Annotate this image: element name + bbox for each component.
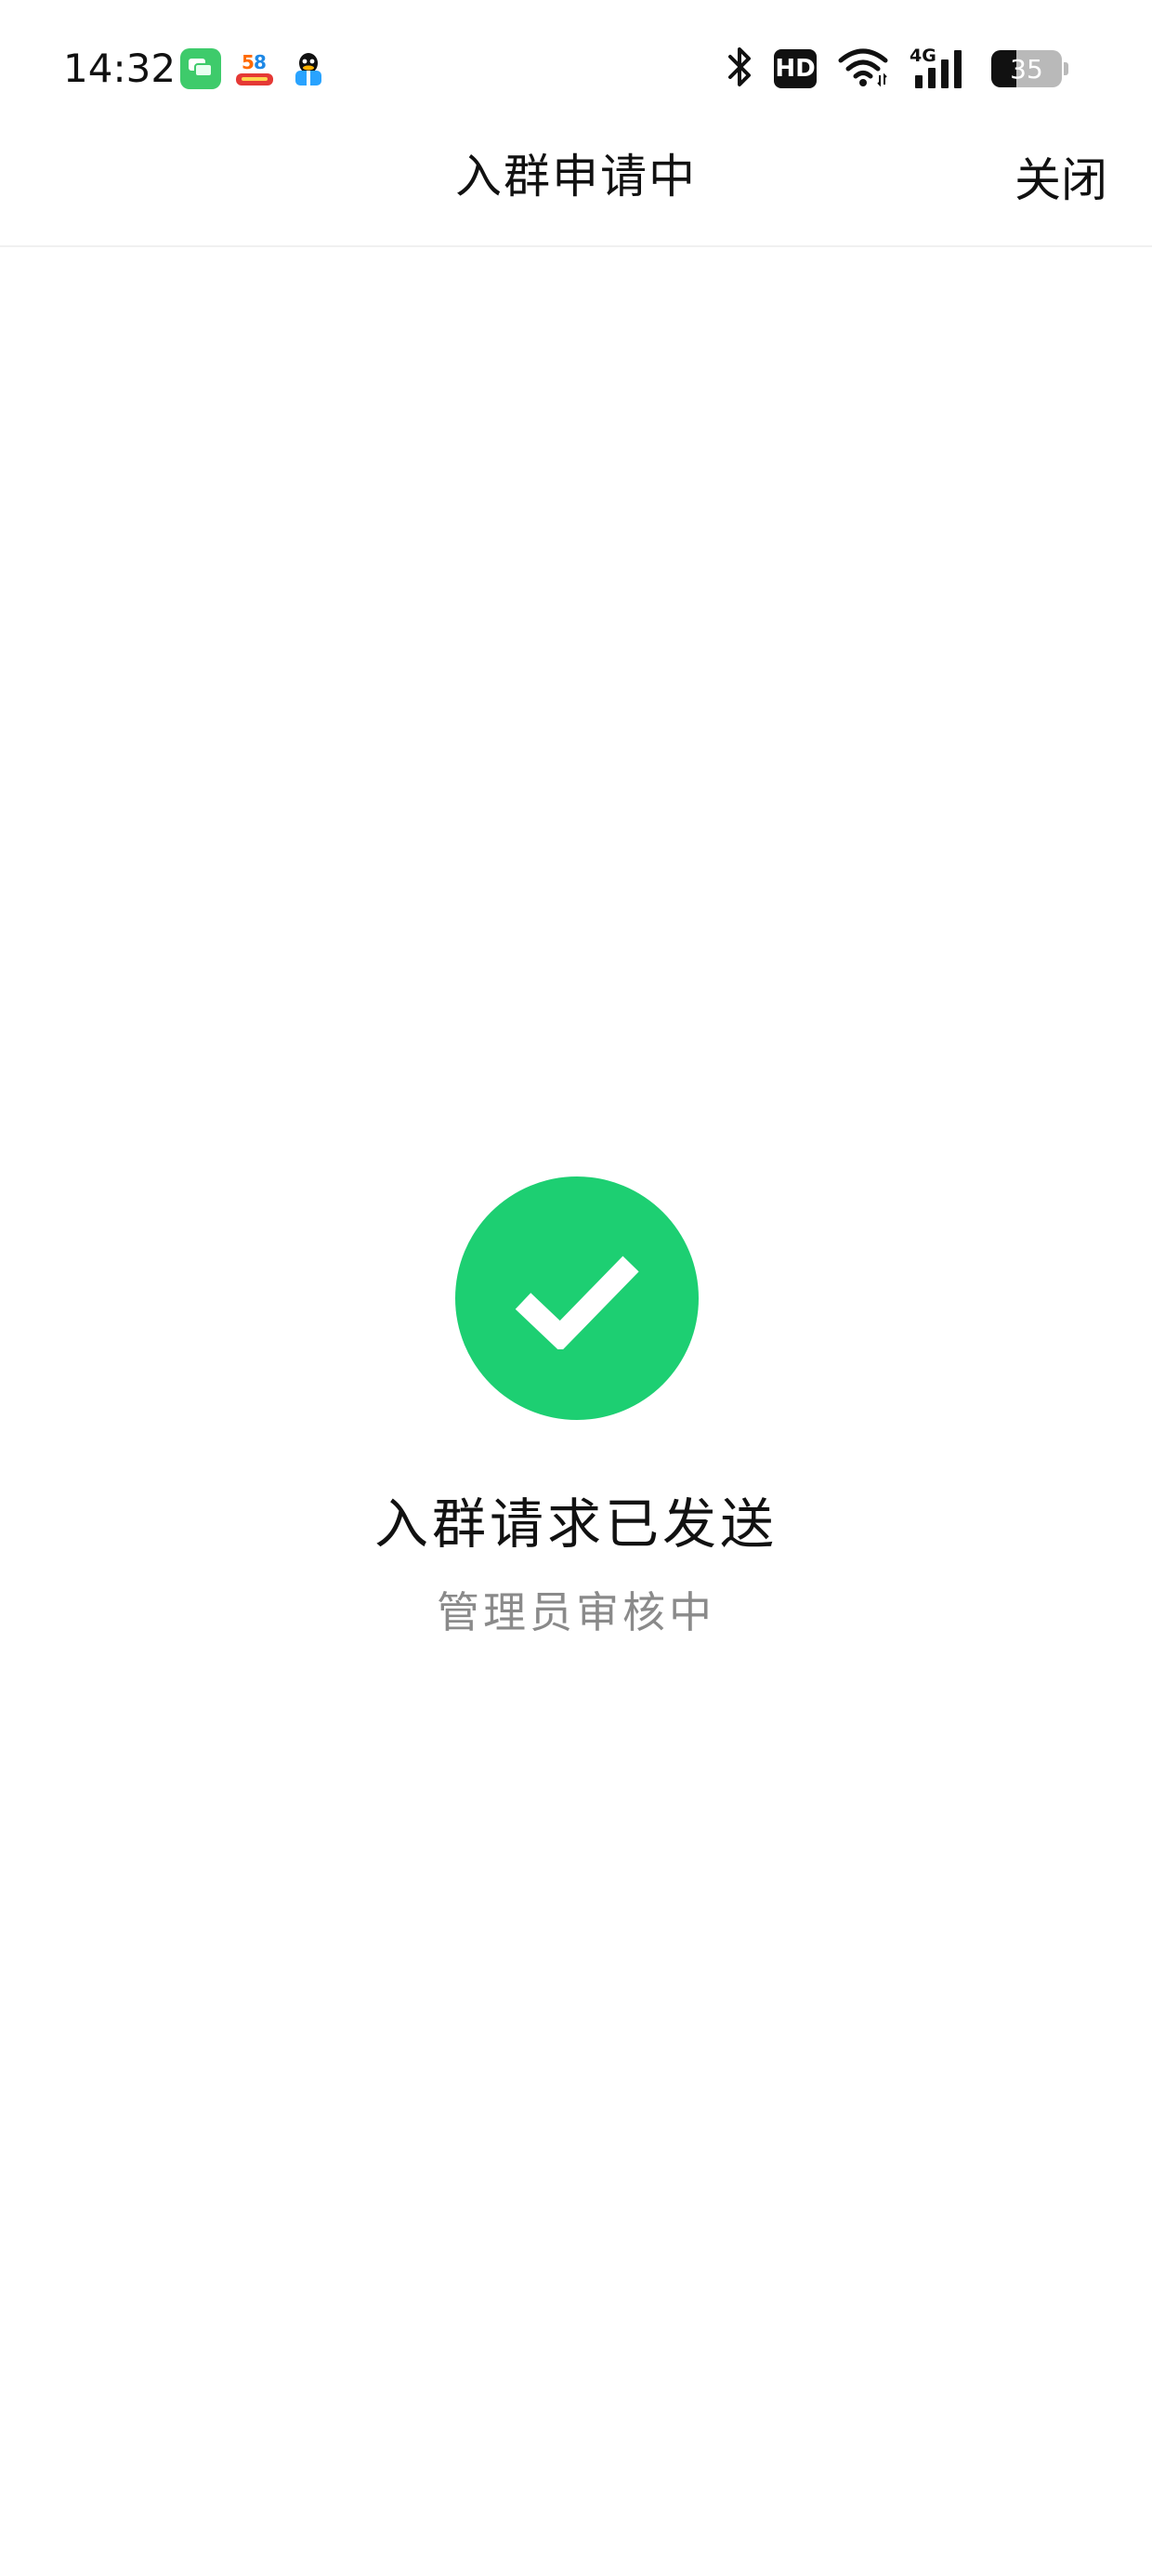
success-check-icon — [455, 1176, 699, 1420]
messages-app-icon — [180, 48, 221, 89]
wifi-icon — [837, 46, 889, 92]
svg-text:8: 8 — [254, 51, 267, 73]
battery-icon: 35 — [991, 50, 1062, 87]
signal-4g-icon: 4G — [910, 46, 971, 90]
bluetooth-icon — [726, 46, 753, 92]
battery-cap — [1064, 62, 1068, 75]
status-bar: 14:32 5 8 HD 4G 35 — [0, 0, 1152, 130]
status-time: 14:32 — [63, 46, 177, 91]
system-icons: HD 4G 35 — [726, 45, 1068, 93]
svg-text:5: 5 — [242, 51, 255, 73]
result-subtitle: 管理员审核中 — [437, 1587, 715, 1637]
58-app-icon: 5 8 — [234, 48, 275, 89]
battery-indicator: 35 — [991, 50, 1068, 87]
page-title: 入群申请中 — [455, 150, 697, 204]
result-title: 入群请求已发送 — [373, 1492, 778, 1556]
hd-icon: HD — [774, 49, 817, 88]
title-bar: 入群申请中 关闭 — [0, 130, 1152, 247]
battery-level: 35 — [1010, 53, 1043, 85]
close-button[interactable]: 关闭 — [1015, 143, 1107, 217]
notification-icons: 5 8 — [180, 48, 329, 89]
qq-app-icon — [288, 48, 329, 89]
